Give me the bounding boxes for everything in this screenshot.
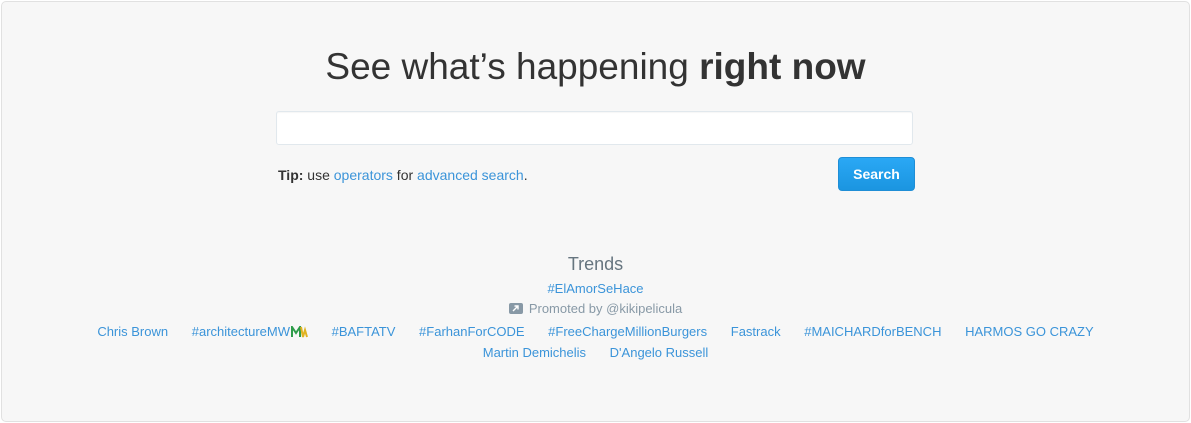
- promoted-by-text: Promoted by @kikipelicula: [528, 301, 683, 316]
- operators-link[interactable]: operators: [334, 167, 393, 183]
- tip-label: Tip:: [278, 167, 304, 183]
- trend-item[interactable]: #architectureMW: [191, 323, 308, 342]
- trend-item[interactable]: HARMOS GO CRAZY: [965, 324, 1094, 340]
- page-title: See what’s happening right now: [2, 46, 1189, 88]
- trend-item[interactable]: Martin Demichelis: [483, 345, 586, 361]
- tip-text-1: use: [303, 167, 334, 183]
- search-panel: See what’s happening right now Tip: use …: [1, 1, 1190, 422]
- trend-item[interactable]: D'Angelo Russell: [610, 345, 709, 361]
- trend-item[interactable]: #FreeChargeMillionBurgers: [548, 324, 707, 340]
- trend-item-label: #architectureMW: [191, 324, 290, 339]
- advanced-search-link[interactable]: advanced search: [417, 167, 524, 183]
- trends-row-2: Martin Demichelis D'Angelo Russell: [2, 345, 1189, 361]
- promoted-by-line: Promoted by @kikipelicula: [2, 301, 1189, 317]
- headline-strong: right now: [699, 46, 866, 87]
- trend-item[interactable]: #FarhanForCODE: [419, 324, 524, 340]
- tip-text-2: for: [392, 167, 418, 183]
- tip-text-3: .: [523, 167, 528, 183]
- search-tip: Tip: use operators for advanced search.: [278, 166, 528, 184]
- trends-title: Trends: [567, 254, 624, 274]
- promoted-trend-line: #ElAmorSeHace: [2, 281, 1189, 297]
- trends-row-1: Chris Brown #architectureMW #BAFTATV #Fa…: [2, 323, 1189, 342]
- trend-item[interactable]: Fastrack: [731, 324, 781, 340]
- trend-item[interactable]: Chris Brown: [97, 324, 168, 340]
- mw-logo-icon: [290, 323, 308, 342]
- headline-normal: See what’s happening: [325, 46, 700, 87]
- search-input[interactable]: [276, 111, 913, 145]
- search-button[interactable]: Search: [838, 157, 915, 191]
- trend-item[interactable]: #MAICHARDforBENCH: [804, 324, 941, 340]
- promoted-trend-link[interactable]: #ElAmorSeHace: [547, 281, 643, 296]
- promoted-arrow-icon: [508, 303, 523, 314]
- trend-item[interactable]: #BAFTATV: [332, 324, 396, 340]
